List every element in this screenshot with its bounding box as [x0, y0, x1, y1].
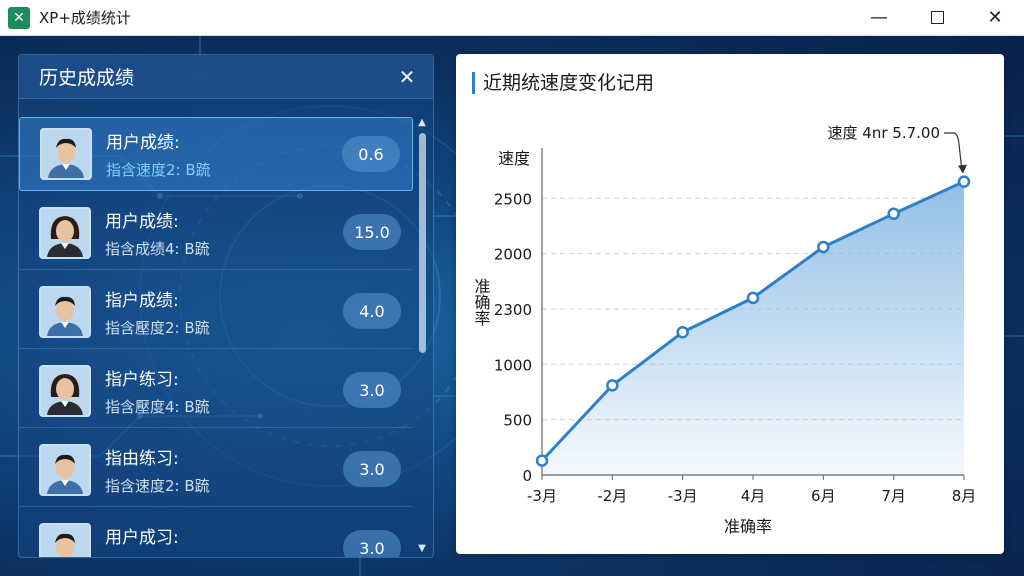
minimize-icon: — [870, 7, 888, 28]
score-badge: 4.0 [343, 293, 401, 329]
x-tick-label: -3月 [668, 487, 698, 505]
y-tick-label: 2500 [494, 190, 532, 208]
score-badge: 3.0 [343, 530, 401, 557]
list-item-text: 指户练习: 指含壓度4: B䟽 [105, 365, 210, 417]
history-list: 用户成绩: 指含速度2: B䟽 0.6 用户成绩: 指含成绩4: B䟽 15.0 指户成绩:… [19, 117, 433, 557]
scrollbar[interactable]: ▲ ▼ [415, 117, 429, 557]
chart-panel-title: 近期统速度变化记用 [472, 72, 654, 94]
list-item-text: 用户成习: 指含速度2: B䟽 [105, 523, 210, 558]
data-point [887, 207, 900, 221]
x-tick-label: 7月 [881, 487, 906, 505]
y-axis-top-label: 速度 [498, 149, 530, 168]
y-tick-label: 1000 [494, 356, 532, 374]
close-window-button[interactable]: ✕ [966, 0, 1024, 36]
list-item-text: 用户成绩: 指含成绩4: B䟽 [105, 207, 210, 259]
list-item[interactable]: 用户成习: 指含速度2: B䟽 3.0 [19, 512, 413, 557]
close-icon[interactable]: ✕ [395, 65, 419, 89]
score-badge: 3.0 [343, 451, 401, 487]
list-item-text: 用户成绩: 指含速度2: B䟽 [106, 128, 211, 180]
list-item[interactable]: 用户成绩: 指含成绩4: B䟽 15.0 [19, 196, 413, 270]
speed-chart: 0 500 1000 2300 2000 2500 -3月 -2月 -3月 4月 6月 7月 8月 速度准… [472, 124, 977, 536]
list-item-name: 用户成习: [105, 527, 179, 548]
data-point [817, 240, 830, 254]
window-controls: — ✕ [850, 0, 1024, 36]
y-tick-label: 500 [503, 412, 532, 430]
list-item[interactable]: 指由练习: 指含速度2: B䟽 3.0 [19, 433, 413, 507]
list-item[interactable]: 指户成绩: 指含壓度2: B䟽 4.0 [19, 275, 413, 349]
logo-icon: ✕ [8, 6, 30, 29]
y-tick-label: 0 [522, 467, 532, 485]
data-point [676, 325, 689, 339]
x-tick-label: 6月 [811, 487, 836, 505]
annotation-arrow [958, 164, 967, 174]
x-tick-label: -3月 [527, 487, 557, 505]
window-title: XP+成绩统计 [39, 9, 131, 27]
list-item-subtitle: 指含壓度4: B䟽 [105, 397, 210, 416]
scroll-down-icon[interactable]: ▼ [415, 543, 429, 557]
list-item-subtitle: 指含速度2: B䟽 [105, 476, 210, 495]
scroll-up-icon[interactable]: ▲ [415, 117, 429, 131]
female-avatar [39, 364, 91, 417]
minimize-button[interactable]: — [850, 0, 908, 36]
list-item-subtitle: 指含速度2: B䟽 [106, 161, 211, 179]
history-panel: 历史成成绩 ✕ 用户成绩: 指含速度2: B䟽 0.6 用户成绩: 指含成绩4: B䟽 1… [18, 54, 434, 558]
list-item-name: 指户成绩: [105, 290, 179, 311]
list-item-subtitle: 指含成绩4: B䟽 [105, 239, 210, 258]
score-badge: 3.0 [343, 372, 401, 408]
history-panel-title: 历史成成绩 [39, 67, 135, 89]
maximize-button[interactable] [908, 0, 966, 36]
title-bar: ✕ XP+成绩统计 — ✕ [0, 0, 1024, 36]
y-axis-label: 准确率 [472, 278, 491, 326]
y-tick-label: 2300 [494, 301, 532, 319]
x-axis-label: 准确率 [724, 517, 772, 536]
score-badge: 0.6 [342, 136, 400, 172]
data-point [957, 175, 971, 188]
chart-panel: 0 500 1000 2300 2000 2500 -3月 -2月 -3月 4月 6月 7月 8月 速度准… [456, 54, 1004, 554]
data-point [606, 379, 619, 392]
x-tick-label: 4月 [741, 487, 766, 505]
area-fill [542, 181, 964, 475]
list-item[interactable]: 指户练习: 指含壓度4: B䟽 3.0 [19, 354, 413, 428]
y-tick-label: 2000 [494, 246, 532, 264]
list-item-subtitle: 指含速度2: B䟽 [105, 554, 210, 558]
score-badge: 15.0 [343, 214, 401, 250]
male-avatar [39, 522, 91, 557]
data-point [535, 454, 549, 467]
list-item-name: 指由练习: [105, 448, 179, 469]
maximize-icon [930, 11, 944, 24]
list-item-name: 用户成绩: [106, 133, 180, 153]
scroll-thumb[interactable] [419, 133, 426, 353]
male-avatar [39, 285, 91, 338]
list-item-text: 指户成绩: 指含壓度2: B䟽 [105, 286, 210, 338]
x-tick-label: 8月 [952, 487, 977, 505]
list-item-text: 指由练习: 指含速度2: B䟽 [105, 444, 210, 496]
list-item-name: 指户练习: [105, 369, 179, 390]
data-point [746, 291, 760, 305]
list-item[interactable]: 用户成绩: 指含速度2: B䟽 0.6 [19, 117, 413, 191]
list-item-name: 用户成绩: [105, 211, 179, 232]
annotation-label: 速度 4nr 5.7.00 [828, 124, 940, 142]
male-avatar [40, 128, 92, 180]
close-icon: ✕ [987, 7, 1003, 28]
x-tick-label: -2月 [597, 487, 627, 505]
male-avatar [39, 443, 91, 496]
history-panel-header: 历史成成绩 ✕ [19, 55, 433, 99]
female-avatar [39, 206, 91, 259]
list-item-subtitle: 指含壓度2: B䟽 [105, 318, 210, 337]
